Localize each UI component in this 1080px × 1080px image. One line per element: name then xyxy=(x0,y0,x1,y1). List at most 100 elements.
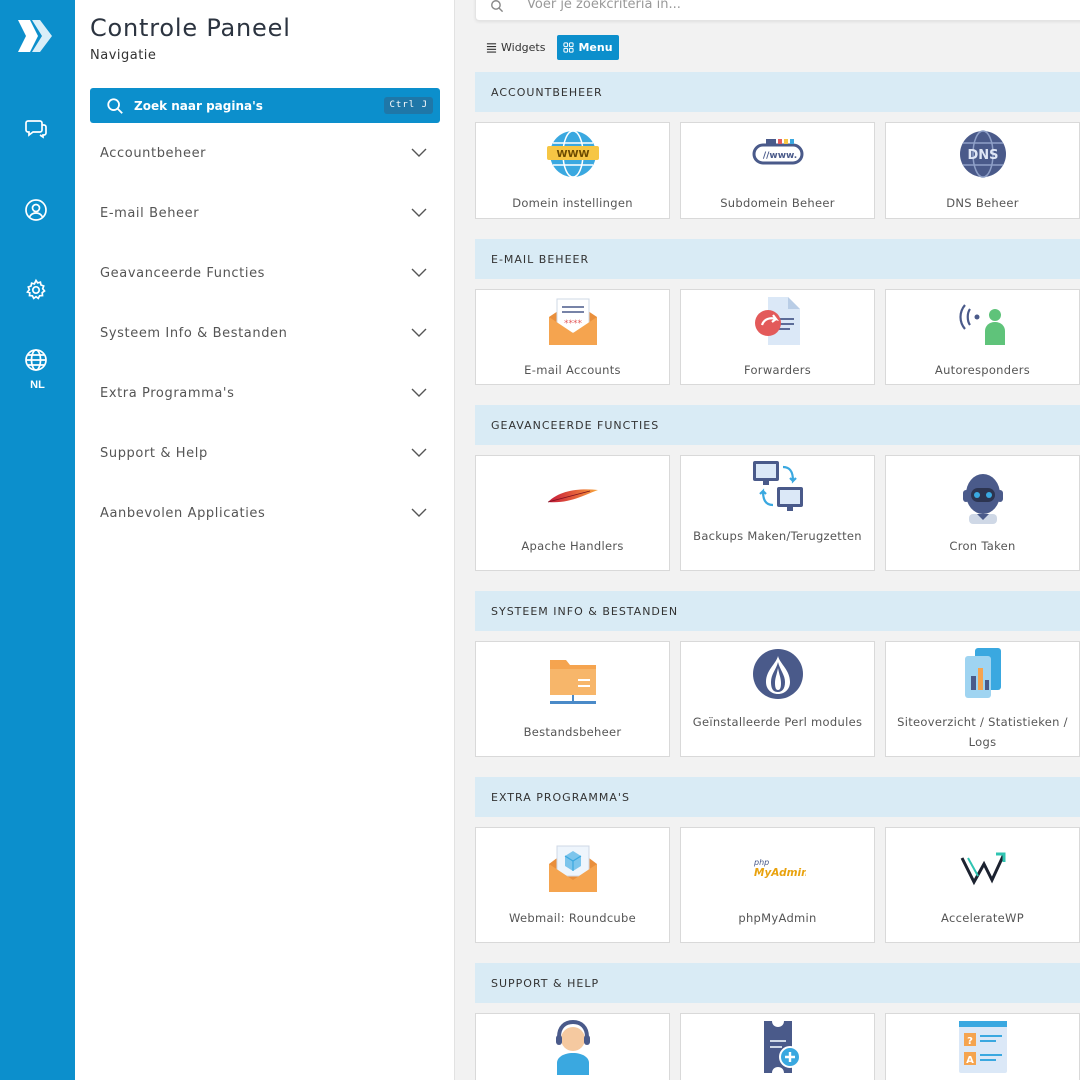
svg-text:DNS: DNS xyxy=(967,148,998,163)
tile-cron-taken[interactable]: Cron Taken xyxy=(885,455,1080,571)
webmail-icon xyxy=(548,845,597,892)
tile-label: Geïnstalleerde Perl modules xyxy=(692,715,863,729)
page-title: Controle Paneel xyxy=(90,14,291,42)
tile-label: Bestandsbeheer xyxy=(523,725,622,739)
tile-faq[interactable]: ? A xyxy=(885,1013,1080,1080)
chevron-down-icon xyxy=(411,388,427,397)
list-icon xyxy=(486,43,497,53)
tile-label: AccelerateWP xyxy=(941,911,1024,925)
tile-label: E-mail Accounts xyxy=(524,363,621,377)
nav-item-label: Extra Programma's xyxy=(100,385,235,401)
tile-email-accounts[interactable]: **** E-mail Accounts xyxy=(475,289,670,385)
search-field[interactable]: Voer je zoekcriteria in... xyxy=(475,0,1080,21)
acceleratewp-icon xyxy=(960,852,1005,886)
tile-label: phpMyAdmin xyxy=(738,911,817,925)
section-header-email-beheer: E-MAIL BEHEER xyxy=(475,239,1080,279)
nav-item-accountbeheer[interactable]: Accountbeheer xyxy=(75,123,455,183)
tile-acceleratewp[interactable]: AccelerateWP xyxy=(885,827,1080,943)
robot-icon xyxy=(962,474,1003,524)
main-content: Voer je zoekcriteria in... Widgets Menu … xyxy=(456,0,1080,1080)
tile-apache-handlers[interactable]: Apache Handlers xyxy=(475,455,670,571)
subdomain-icon: //www. xyxy=(752,139,803,165)
gear-icon[interactable] xyxy=(22,276,50,304)
section-header-accountbeheer: ACCOUNTBEHEER xyxy=(475,72,1080,112)
tile-webmail-roundcube[interactable]: Webmail: Roundcube xyxy=(475,827,670,943)
email-envelope-icon: **** xyxy=(548,298,597,345)
grid-icon xyxy=(563,42,575,53)
user-icon[interactable] xyxy=(22,196,50,224)
phpmyadmin-logo-text-top: php xyxy=(753,858,769,867)
nav-subtitle: Navigatie xyxy=(90,48,157,63)
menu-view-button[interactable]: Menu xyxy=(557,35,619,60)
backup-computers-icon xyxy=(752,461,803,511)
tile-perl-modules[interactable]: Geïnstalleerde Perl modules xyxy=(680,641,875,757)
tile-dns-beheer[interactable]: DNS DNS Beheer xyxy=(885,122,1080,219)
chevron-down-icon xyxy=(411,508,427,517)
dns-icon: DNS xyxy=(959,130,1006,178)
tile-label: Backups Maken/Terugzetten xyxy=(693,529,862,543)
tile-subdomein-beheer[interactable]: //www. Subdomein Beheer xyxy=(680,122,875,219)
menu-view-label: Menu xyxy=(578,41,613,54)
page-search-button[interactable]: Zoek naar pagina's Ctrl J xyxy=(90,88,440,123)
nav-item-label: Support & Help xyxy=(100,445,208,461)
folder-icon xyxy=(549,660,596,704)
phpmyadmin-icon: phpMyAdmin xyxy=(753,858,806,879)
search-icon xyxy=(491,0,504,13)
apache-feather-icon xyxy=(547,489,598,503)
svg-text:****: **** xyxy=(564,319,583,329)
faq-document-icon: ?A xyxy=(958,1021,1007,1073)
tile-ticket[interactable] xyxy=(680,1013,875,1080)
nav-list: Accountbeheer E-mail Beheer Geavanceerde… xyxy=(75,123,455,543)
tile-label: Cron Taken xyxy=(949,539,1016,553)
www-globe-icon: WWW xyxy=(546,130,599,178)
language-label[interactable]: NL xyxy=(0,379,75,391)
forward-document-icon xyxy=(754,297,800,345)
left-rail: NL xyxy=(0,0,75,1080)
chevron-down-icon xyxy=(411,448,427,457)
globe-icon[interactable] xyxy=(22,346,50,374)
page-search-label: Zoek naar pagina's xyxy=(134,98,263,113)
tile-domein-instellingen[interactable]: WWW Domein instellingen xyxy=(475,122,670,219)
svg-text:WWW: WWW xyxy=(556,149,589,160)
support-agent-icon xyxy=(555,1019,590,1075)
tile-backups[interactable]: Backups Maken/Terugzetten xyxy=(680,455,875,571)
perl-onion-icon xyxy=(752,649,803,699)
chevron-down-icon xyxy=(411,268,427,277)
nav-item-support-help[interactable]: Support & Help xyxy=(75,423,455,483)
chevron-down-icon xyxy=(411,328,427,337)
tile-support[interactable] xyxy=(475,1013,670,1080)
section-header-systeem-info: SYSTEEM INFO & BESTANDEN xyxy=(475,591,1080,631)
tile-label: Domein instellingen xyxy=(512,196,633,210)
tile-autoresponders[interactable]: Autoresponders xyxy=(885,289,1080,385)
tile-label: Subdomein Beheer xyxy=(720,196,835,210)
shortcut-badge: Ctrl J xyxy=(384,97,433,114)
navigation-panel: Controle Paneel Navigatie Zoek naar pagi… xyxy=(75,0,455,1080)
widgets-view-button[interactable]: Widgets xyxy=(486,35,551,60)
section-header-geavanceerde-functies: GEAVANCEERDE FUNCTIES xyxy=(475,405,1080,445)
ticket-icon xyxy=(763,1021,801,1073)
widgets-view-label: Widgets xyxy=(501,41,546,54)
search-placeholder: Voer je zoekcriteria in... xyxy=(527,0,681,12)
nav-item-geavanceerde-functies[interactable]: Geavanceerde Functies xyxy=(75,243,455,303)
nav-item-label: Systeem Info & Bestanden xyxy=(100,325,288,341)
view-switch: Widgets Menu xyxy=(486,35,619,60)
autoresponder-icon xyxy=(958,304,1005,345)
nav-item-systeem-info[interactable]: Systeem Info & Bestanden xyxy=(75,303,455,363)
tile-phpmyadmin[interactable]: php MyAdmin phpMyAdmin xyxy=(680,827,875,943)
tile-label: Apache Handlers xyxy=(521,539,624,553)
nav-item-label: Accountbeheer xyxy=(100,145,207,161)
logo-icon[interactable] xyxy=(16,16,54,56)
chat-icon[interactable] xyxy=(22,114,50,142)
nav-item-extra-programmas[interactable]: Extra Programma's xyxy=(75,363,455,423)
tile-siteoverzicht[interactable]: Siteoverzicht / Statistieken / Logs xyxy=(885,641,1080,757)
tile-forwarders[interactable]: Forwarders xyxy=(680,289,875,385)
nav-item-label: E-mail Beheer xyxy=(100,205,200,221)
statistics-icon xyxy=(964,648,1001,698)
tile-label: DNS Beheer xyxy=(946,196,1019,210)
svg-text:?: ? xyxy=(967,1036,973,1047)
nav-item-email-beheer[interactable]: E-mail Beheer xyxy=(75,183,455,243)
tile-label: Forwarders xyxy=(743,363,812,377)
tile-label: Webmail: Roundcube xyxy=(508,911,636,925)
nav-item-aanbevolen-applicaties[interactable]: Aanbevolen Applicaties xyxy=(75,483,455,543)
tile-bestandsbeheer[interactable]: Bestandsbeheer xyxy=(475,641,670,757)
